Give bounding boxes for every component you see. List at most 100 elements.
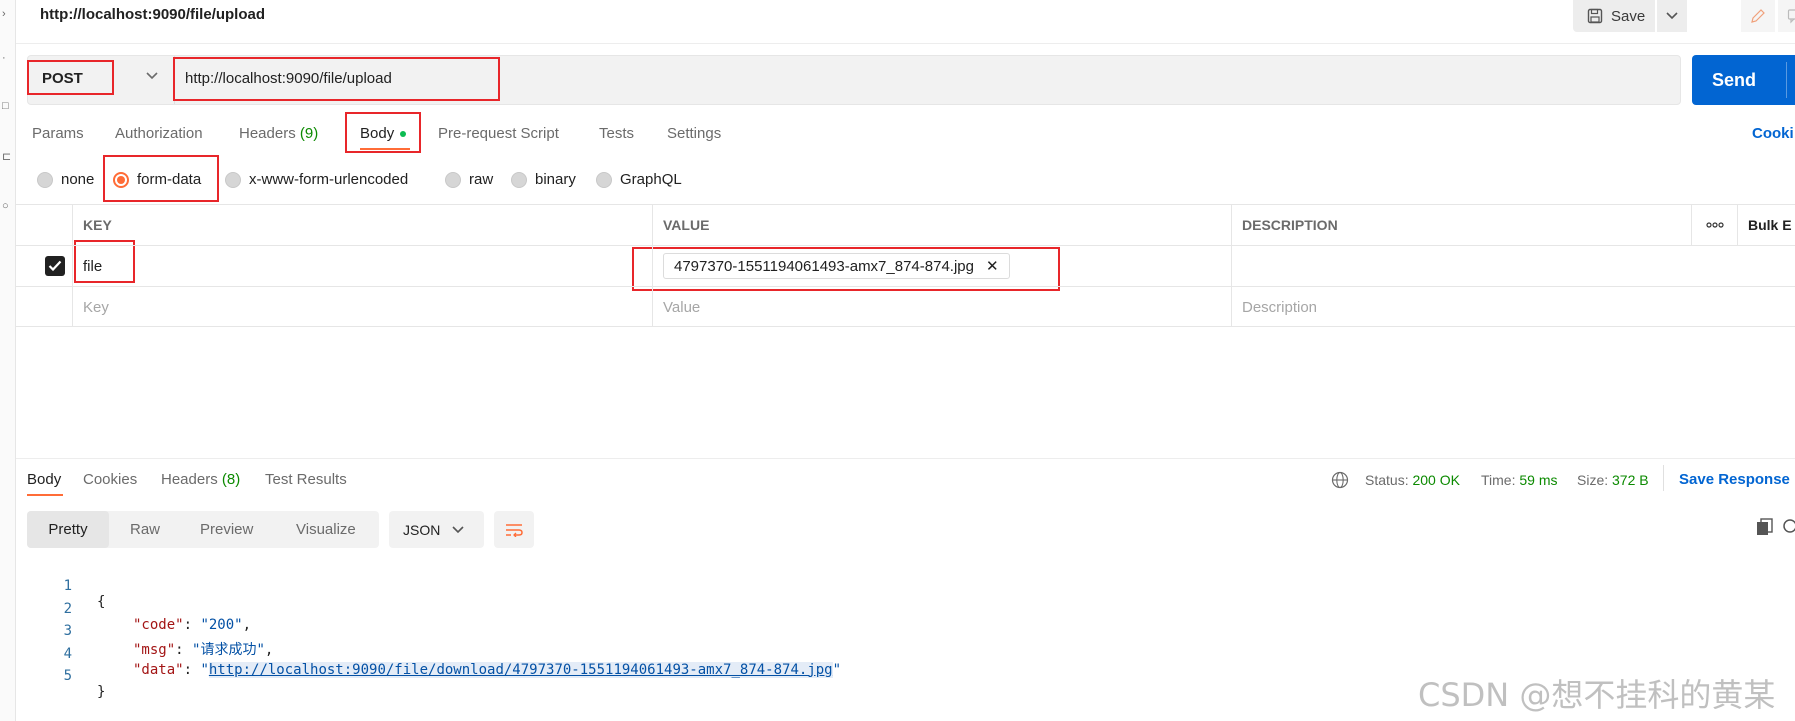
radio-form-data[interactable]: form-data (113, 171, 201, 188)
tab-params[interactable]: Params (32, 125, 84, 142)
sidebar-glyph: ○ (2, 200, 9, 212)
close-icon[interactable]: ✕ (986, 257, 999, 275)
response-tab-headers[interactable]: Headers (8) (161, 471, 240, 488)
response-tab-body[interactable]: Body (27, 471, 61, 488)
column-header-description: DESCRIPTION (1231, 205, 1691, 245)
tab-label: Test Results (265, 471, 347, 488)
radio-binary[interactable]: binary (511, 171, 576, 188)
radio-dot-selected (113, 171, 129, 188)
tab-pre-request-script[interactable]: Pre-request Script (438, 125, 559, 142)
chevron-down-icon (452, 525, 464, 533)
radio-none[interactable]: none (37, 171, 94, 188)
send-button[interactable]: Send (1692, 55, 1795, 105)
code-line: 2 "code": "200", (27, 585, 251, 633)
radio-x-www-form-urlencoded[interactable]: x-www-form-urlencoded (225, 171, 408, 188)
row-enabled-checkbox[interactable] (45, 256, 65, 276)
search-button[interactable] (1782, 518, 1795, 540)
view-visualize[interactable]: Visualize (296, 511, 356, 548)
comments-button[interactable] (1778, 0, 1795, 32)
key-cell[interactable]: file (72, 246, 652, 286)
save-dropdown-button[interactable] (1657, 0, 1687, 32)
comment-icon (1787, 9, 1795, 24)
more-options-button[interactable] (1691, 205, 1737, 245)
time-label: Time: (1481, 472, 1516, 488)
description-input[interactable]: Description (1231, 287, 1795, 327)
globe-icon[interactable] (1331, 471, 1349, 489)
save-button[interactable]: Save (1573, 0, 1655, 32)
save-response-button[interactable]: Save Response (1679, 471, 1790, 488)
send-label: Send (1712, 69, 1757, 90)
radio-dot (37, 171, 53, 188)
radio-label: form-data (137, 171, 202, 188)
edit-button[interactable] (1741, 0, 1775, 32)
response-tab-cookies[interactable]: Cookies (83, 471, 137, 488)
radio-label: GraphQL (620, 171, 682, 188)
status-indicator[interactable]: Status: 200 OK (1365, 472, 1460, 488)
method-dropdown[interactable] (146, 67, 158, 84)
view-pretty[interactable]: Pretty (27, 511, 109, 548)
json-punct: , (264, 642, 274, 658)
active-tab-indicator (27, 494, 63, 496)
save-icon (1587, 8, 1603, 24)
tab-label: Pre-request Script (438, 125, 559, 142)
tab-label: Params (32, 125, 84, 142)
radio-label: binary (535, 171, 576, 188)
radio-label: none (61, 171, 95, 188)
code-line: 4 "data": "http://localhost:9090/file/do… (27, 630, 841, 678)
view-raw[interactable]: Raw (130, 511, 160, 548)
bulk-edit-link[interactable]: Bulk E (1737, 205, 1795, 245)
tab-label: Headers (239, 125, 296, 142)
key-input[interactable]: Key (72, 287, 652, 327)
response-body-code: 1 { 2 "code": "200", 3 "msg": "请求成功", 4 … (27, 562, 841, 700)
format-select[interactable]: JSON (389, 511, 484, 548)
radio-graphql[interactable]: GraphQL (596, 171, 682, 188)
method-select[interactable]: POST (42, 70, 83, 87)
value-input[interactable]: Value (652, 287, 1231, 327)
divider (1663, 465, 1664, 491)
tab-headers[interactable]: Headers (9) (239, 125, 318, 142)
cookies-link[interactable]: Cooki (1752, 125, 1794, 142)
divider (174, 56, 175, 104)
chevron-down-icon (146, 72, 158, 80)
tab-label: Settings (667, 125, 722, 142)
tab-body[interactable]: Body (360, 125, 407, 142)
copy-button[interactable] (1756, 518, 1774, 540)
code-text: "code": "200", (133, 616, 252, 633)
request-tabs: Params Authorization Headers (9) Body Pr… (16, 118, 1795, 156)
json-key: "data" (133, 661, 184, 678)
tab-label: Body (27, 471, 62, 488)
chevron-down-icon (1666, 12, 1678, 20)
active-tab-indicator (360, 148, 410, 150)
view-preview[interactable]: Preview (200, 511, 253, 548)
radio-raw[interactable]: raw (445, 171, 493, 188)
url-input[interactable]: http://localhost:9090/file/upload (185, 70, 392, 87)
pencil-icon (1751, 9, 1765, 23)
code-text: } (97, 684, 106, 700)
request-url-bar: POST http://localhost:9090/file/upload (27, 55, 1681, 105)
download-url-link[interactable]: http://localhost:9090/file/download/4797… (208, 661, 833, 678)
tab-settings[interactable]: Settings (667, 125, 721, 142)
sidebar-glyph: ⊏ (2, 151, 12, 163)
value-cell[interactable]: 4797370-1551194061493-amx7_874-874.jpg ✕ (652, 246, 1231, 286)
sidebar-glyph: · (2, 52, 6, 64)
file-name: 4797370-1551194061493-amx7_874-874.jpg (674, 257, 974, 275)
description-cell[interactable] (1231, 246, 1795, 286)
time-value: 59 ms (1519, 472, 1558, 488)
tab-label: Authorization (115, 125, 203, 142)
tab-label: Body (360, 125, 395, 142)
radio-dot (596, 171, 612, 188)
left-sidebar-edge: › · □ ⊏ ○ (0, 0, 16, 721)
tab-tests[interactable]: Tests (599, 125, 634, 142)
tab-label: Headers (161, 471, 218, 488)
line-number: 5 (63, 668, 72, 684)
request-title: http://localhost:9090/file/upload (40, 6, 266, 23)
table-row-empty: Key Value Description (16, 286, 1795, 327)
tab-authorization[interactable]: Authorization (115, 125, 203, 142)
wrap-lines-button[interactable] (494, 511, 534, 548)
radio-dot (445, 171, 461, 188)
size-indicator[interactable]: Size: 372 B (1577, 472, 1649, 488)
code-line: 5 } (27, 652, 106, 700)
response-tab-test-results[interactable]: Test Results (265, 471, 347, 488)
code-text: "msg": "请求成功", (133, 642, 274, 658)
time-indicator[interactable]: Time: 59 ms (1481, 472, 1558, 488)
